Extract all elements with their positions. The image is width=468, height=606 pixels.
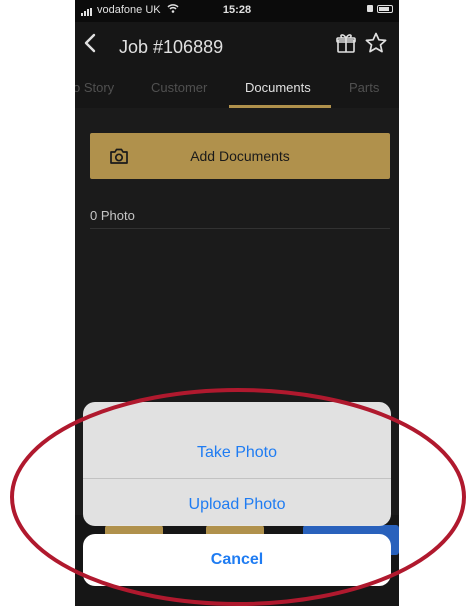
cancel-button[interactable]: Cancel — [83, 534, 391, 586]
phone-screen: vodafone UK 15:28 Job #106889 o Story Cu… — [75, 0, 399, 606]
action-sheet: Take Photo Upload Photo — [83, 402, 391, 526]
upload-photo-button[interactable]: Upload Photo — [83, 479, 391, 526]
take-photo-button[interactable]: Take Photo — [83, 422, 391, 478]
